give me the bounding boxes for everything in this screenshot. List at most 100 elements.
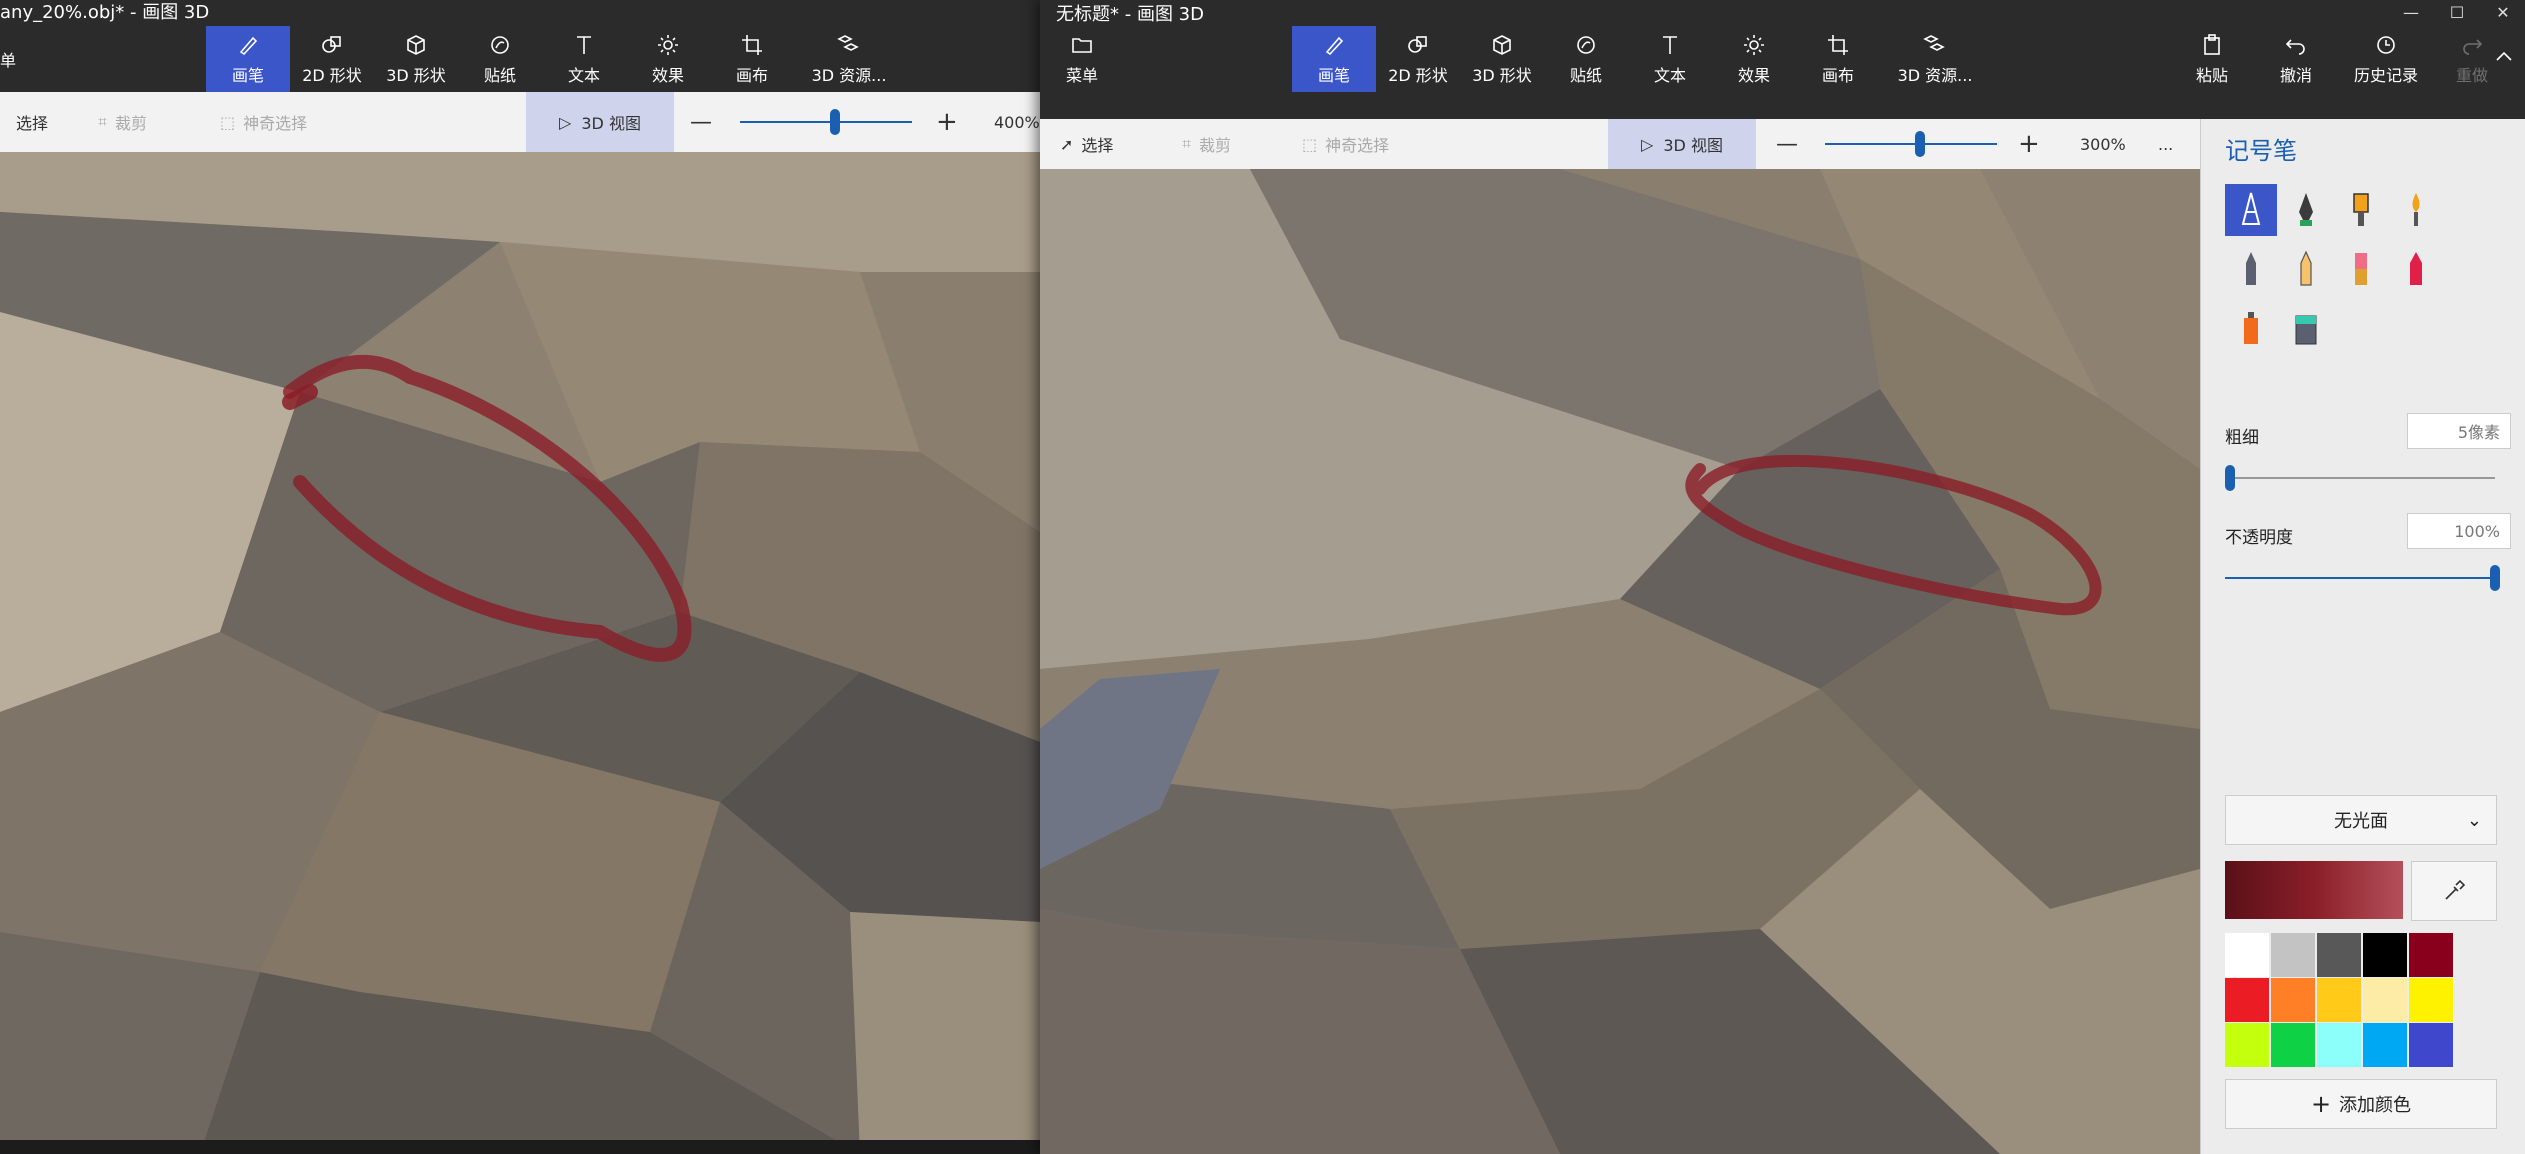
tab-label: 效果 (1737, 66, 1770, 85)
left-select-button[interactable]: 选择 (16, 92, 48, 152)
crop-icon: ⌗ (1182, 134, 1192, 153)
left-magic-select-button[interactable]: ⬚ 神奇选择 (220, 92, 307, 152)
tab-stickers[interactable]: 贴纸 (1544, 26, 1628, 92)
eyedropper-button[interactable] (2411, 861, 2497, 921)
zoom-slider[interactable] (1825, 143, 1997, 145)
pencil-tool[interactable] (2280, 243, 2332, 295)
left-zoom-level-text: 400% (994, 112, 1040, 132)
text-icon (1663, 36, 1677, 54)
undo-button[interactable]: 撤消 (2254, 26, 2338, 92)
fill-tool[interactable] (2280, 302, 2332, 354)
left-select-label: 选择 (16, 114, 49, 133)
left-tab-2d-shapes[interactable]: 2D 形状 (290, 26, 374, 92)
calligraphy-pen-tool[interactable] (2280, 184, 2332, 236)
left-tab-effects[interactable]: 效果 (626, 26, 710, 92)
tab-label: 2D 形状 (1388, 66, 1448, 85)
palette-swatch[interactable] (2225, 1023, 2269, 1067)
color-palette (2225, 933, 2495, 1067)
3d-view-button[interactable]: ▷ 3D 视图 (1608, 119, 1756, 169)
add-color-label: 添加颜色 (2339, 1095, 2412, 1116)
palette-swatch[interactable] (2271, 1023, 2315, 1067)
oil-brush-tool[interactable] (2335, 184, 2387, 236)
zoom-out-button[interactable]: — (1776, 119, 1798, 169)
zoom-in-button[interactable]: + (2018, 119, 2040, 169)
eraser-tool[interactable] (2335, 243, 2387, 295)
menu-label: 菜单 (1065, 66, 1098, 85)
palette-swatch[interactable] (2225, 978, 2269, 1022)
left-tab-brushes[interactable]: 画笔 (206, 26, 290, 92)
left-zoom-slider-knob[interactable] (829, 109, 840, 135)
tab-effects[interactable]: 效果 (1712, 26, 1796, 92)
palette-swatch[interactable] (2271, 978, 2315, 1022)
opacity-slider-knob[interactable] (2490, 565, 2500, 591)
finish-dropdown[interactable]: 无光面 ⌄ (2225, 795, 2497, 845)
tab-2d-shapes[interactable]: 2D 形状 (1376, 26, 1460, 92)
palette-swatch[interactable] (2409, 978, 2453, 1022)
thickness-input[interactable]: 5像素 (2407, 413, 2511, 449)
select-button[interactable]: ➚ 选择 (1060, 119, 1113, 169)
palette-swatch[interactable] (2317, 978, 2361, 1022)
magic-select-button[interactable]: ⬚ 神奇选择 (1302, 119, 1389, 169)
tab-canvas[interactable]: 画布 (1796, 26, 1880, 92)
left-zoom-in-button[interactable]: + (936, 92, 958, 152)
palette-swatch[interactable] (2317, 933, 2361, 977)
watercolor-tool[interactable] (2390, 184, 2442, 236)
zoom-slider-knob[interactable] (1914, 131, 1925, 157)
thickness-slider-knob[interactable] (2225, 465, 2236, 491)
palette-swatch[interactable] (2225, 933, 2269, 977)
add-color-button[interactable]: + 添加颜色 (2225, 1079, 2497, 1129)
minimize-button[interactable]: — (2388, 0, 2434, 26)
left-zoom-out-button[interactable]: — (690, 92, 712, 152)
pixel-pen-tool[interactable] (2225, 243, 2277, 295)
left-tab-text[interactable]: 文本 (542, 26, 626, 92)
tab-3d-shapes[interactable]: 3D 形状 (1460, 26, 1544, 92)
spray-can-icon (2244, 312, 2258, 344)
palette-swatch[interactable] (2363, 933, 2407, 977)
marker-tool[interactable] (2225, 184, 2277, 236)
left-3d-view-label: 3D 视图 (581, 114, 641, 133)
left-app-window: any_20%.obj* - 画图 3D 单 画笔 2D 形状 3D 形状 贴纸… (0, 0, 1040, 1154)
left-tab-3d-shapes[interactable]: 3D 形状 (374, 26, 458, 92)
paste-button[interactable]: 粘贴 (2170, 26, 2254, 92)
left-tab-stickers[interactable]: 贴纸 (458, 26, 542, 92)
palette-swatch[interactable] (2363, 1023, 2407, 1067)
oil-brush-icon (2353, 193, 2369, 226)
palette-swatch[interactable] (2409, 933, 2453, 977)
magic-select-icon: ⬚ (1302, 134, 1318, 154)
more-options-button[interactable]: ... (2158, 119, 2173, 169)
menu-button[interactable]: 菜单 (1040, 26, 1124, 92)
undo-label: 撤消 (2279, 66, 2312, 85)
close-button[interactable]: ✕ (2480, 0, 2525, 26)
left-3d-view-button[interactable]: ▷ 3D 视图 (526, 92, 674, 152)
maximize-button[interactable]: ☐ (2434, 0, 2480, 26)
opacity-input[interactable]: 100% (2407, 513, 2511, 549)
left-menu-label: 单 (0, 51, 17, 70)
left-crop-button[interactable]: ⌗ 裁剪 (98, 92, 147, 152)
right-canvas[interactable] (1040, 169, 2200, 1154)
left-menu-button[interactable]: 单 (0, 26, 30, 92)
tab-brushes[interactable]: 画笔 (1292, 26, 1376, 92)
tab-3d-library[interactable]: 3D 资源... (1880, 26, 1990, 92)
left-tab-3d-library[interactable]: 3D 资源... (794, 26, 904, 92)
palette-swatch[interactable] (2363, 978, 2407, 1022)
left-zoom-slider[interactable] (740, 121, 912, 123)
crayon-tool[interactable] (2390, 243, 2442, 295)
collapse-ribbon-button[interactable] (2484, 26, 2524, 92)
palette-swatch[interactable] (2409, 1023, 2453, 1067)
palette-swatch[interactable] (2271, 933, 2315, 977)
spray-can-tool[interactable] (2225, 302, 2277, 354)
history-button[interactable]: 历史记录 (2338, 26, 2434, 92)
left-tab-canvas[interactable]: 画布 (710, 26, 794, 92)
thickness-slider[interactable] (2225, 477, 2495, 479)
palette-swatch[interactable] (2317, 1023, 2361, 1067)
crop-button[interactable]: ⌗ 裁剪 (1182, 119, 1231, 169)
tab-text[interactable]: 文本 (1628, 26, 1712, 92)
canvas-icon (742, 35, 762, 55)
opacity-slider[interactable] (2225, 577, 2495, 579)
undo-icon (2285, 39, 2305, 55)
magic-select-icon: ⬚ (220, 112, 236, 132)
pencil-icon (2300, 250, 2312, 286)
redo-icon (2463, 39, 2483, 55)
current-color-swatch[interactable] (2225, 861, 2403, 919)
left-canvas[interactable] (0, 152, 1040, 1154)
